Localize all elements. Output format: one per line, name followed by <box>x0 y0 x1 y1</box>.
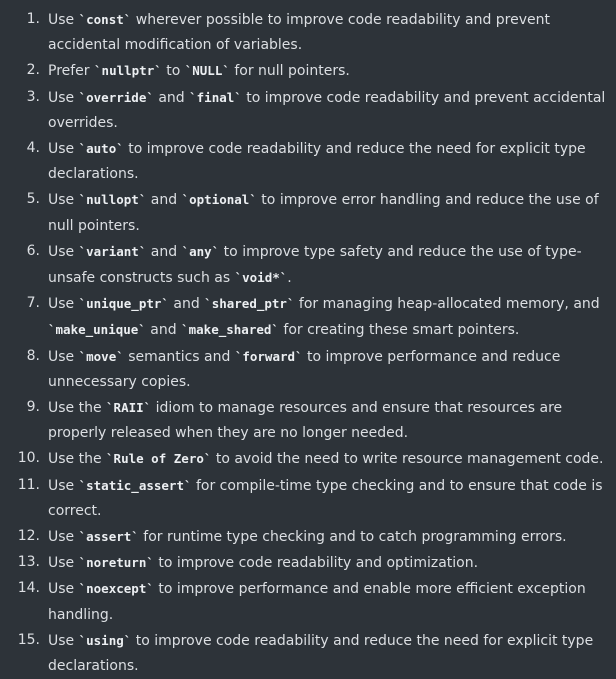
list-item-number: 1. <box>26 11 40 27</box>
item-text: Use <box>48 632 79 649</box>
inline-code: `void*` <box>234 270 288 286</box>
item-text: Use the <box>48 400 107 417</box>
inline-code: `variant` <box>78 243 147 259</box>
list-item: 3. Use `override` and `final` to improve … <box>0 85 616 136</box>
list-item: 11. Use `static_assert` for compile-time … <box>0 473 616 524</box>
item-text: Use <box>48 581 79 598</box>
list-item: 15. Use `using` to improve code readabili… <box>0 628 616 679</box>
item-text: to <box>161 63 185 80</box>
inline-code: `forward` <box>234 348 303 364</box>
item-text: to improve code readability and reduce t… <box>48 141 586 183</box>
list-item: 13. Use `noreturn` to improve code readab… <box>0 550 616 576</box>
item-text: Use <box>48 477 79 494</box>
inline-code: `noexcept` <box>78 581 154 597</box>
list-item-number: 8. <box>26 347 40 364</box>
item-text: for null pointers. <box>229 63 350 80</box>
list-item: 6. Use `variant` and `any` to improve typ… <box>0 239 616 291</box>
item-text: Use <box>48 89 79 106</box>
inline-code: `nullopt` <box>78 192 147 208</box>
item-text: Prefer <box>48 63 95 80</box>
item-text: and <box>168 296 205 313</box>
list-item-number: 7. <box>26 295 40 312</box>
list-item: 7. Use `unique_ptr` and `shared_ptr` for … <box>0 291 616 343</box>
item-text: and <box>146 243 182 260</box>
inline-code: `unique_ptr` <box>78 296 169 312</box>
list-item-number: 6. <box>26 242 40 259</box>
list-item: 2. Prefer `nullptr` to `NULL` for null po… <box>0 58 616 84</box>
inline-code: `override` <box>78 89 154 105</box>
list-item-number: 3. <box>26 88 40 105</box>
item-text: for creating these smart pointers. <box>278 322 520 339</box>
inline-code: `make_unique` <box>48 322 146 338</box>
list-item-number: 2. <box>26 62 40 79</box>
inline-code: `nullptr` <box>94 63 162 79</box>
item-text: Use <box>48 555 79 572</box>
inline-code: `auto` <box>78 141 124 157</box>
inline-code: `final` <box>189 89 242 105</box>
inline-code: `optional` <box>181 192 257 208</box>
inline-code: `any` <box>181 243 220 259</box>
item-text: Use <box>48 192 79 209</box>
recommendations-list: 1. Use `const` wherever possible to impro… <box>0 0 616 679</box>
inline-code: `static_assert` <box>78 477 192 493</box>
list-item-number: 10. <box>17 450 40 467</box>
list-item-number: 9. <box>26 399 40 416</box>
list-item: 12. Use `assert` for runtime type checkin… <box>0 524 616 550</box>
item-text: Use the <box>48 451 107 468</box>
item-text: to improve code readability and optimiza… <box>153 555 479 572</box>
item-text: for runtime type checking and to catch p… <box>138 529 567 546</box>
item-text: and <box>153 89 190 106</box>
item-text: Use <box>48 243 79 260</box>
inline-code: `RAII` <box>106 400 152 416</box>
inline-code: `const` <box>78 12 132 27</box>
inline-code: `using` <box>78 632 132 648</box>
item-text: Use <box>48 348 79 365</box>
item-text: Use <box>48 141 79 158</box>
item-text: Use <box>48 296 79 313</box>
item-text: for managing heap-allocated memory, and <box>294 296 600 313</box>
inline-code: `shared_ptr` <box>204 296 295 312</box>
item-text: Use <box>48 529 79 546</box>
item-text: and <box>146 192 182 209</box>
item-text: to avoid the need to write resource mana… <box>211 451 604 468</box>
list-item-number: 13. <box>17 554 40 571</box>
list-item-number: 15. <box>17 631 40 648</box>
list-item: 9. Use the `RAII` idiom to manage resourc… <box>0 395 616 446</box>
inline-code: `make_shared` <box>181 322 279 338</box>
list-item: 10. Use the `Rule of Zero` to avoid the n… <box>0 446 616 472</box>
list-item-number: 14. <box>17 580 40 597</box>
inline-code: `noreturn` <box>78 555 154 571</box>
list-item: 5. Use `nullopt` and `optional` to improv… <box>0 187 616 238</box>
inline-code: `NULL` <box>184 63 230 79</box>
inline-code: `Rule of Zero` <box>106 451 212 467</box>
inline-code: `move` <box>78 348 124 364</box>
item-text: . <box>287 270 292 287</box>
list-item: 14. Use `noexcept` to improve performance… <box>0 576 616 627</box>
list-item-number: 11. <box>17 476 40 493</box>
list-item-number: 5. <box>26 191 40 208</box>
item-text: and <box>145 322 182 339</box>
list-item: 8. Use `move` semantics and `forward` to … <box>0 344 616 395</box>
list-item-number: 12. <box>17 528 40 545</box>
item-text: semantics and <box>123 348 235 365</box>
list-item: 4. Use `auto` to improve code readability… <box>0 136 616 187</box>
item-text: Use <box>48 12 79 28</box>
inline-code: `assert` <box>78 529 139 545</box>
list-item: 1. Use `const` wherever possible to impro… <box>0 7 616 58</box>
list-item-number: 4. <box>26 140 40 157</box>
